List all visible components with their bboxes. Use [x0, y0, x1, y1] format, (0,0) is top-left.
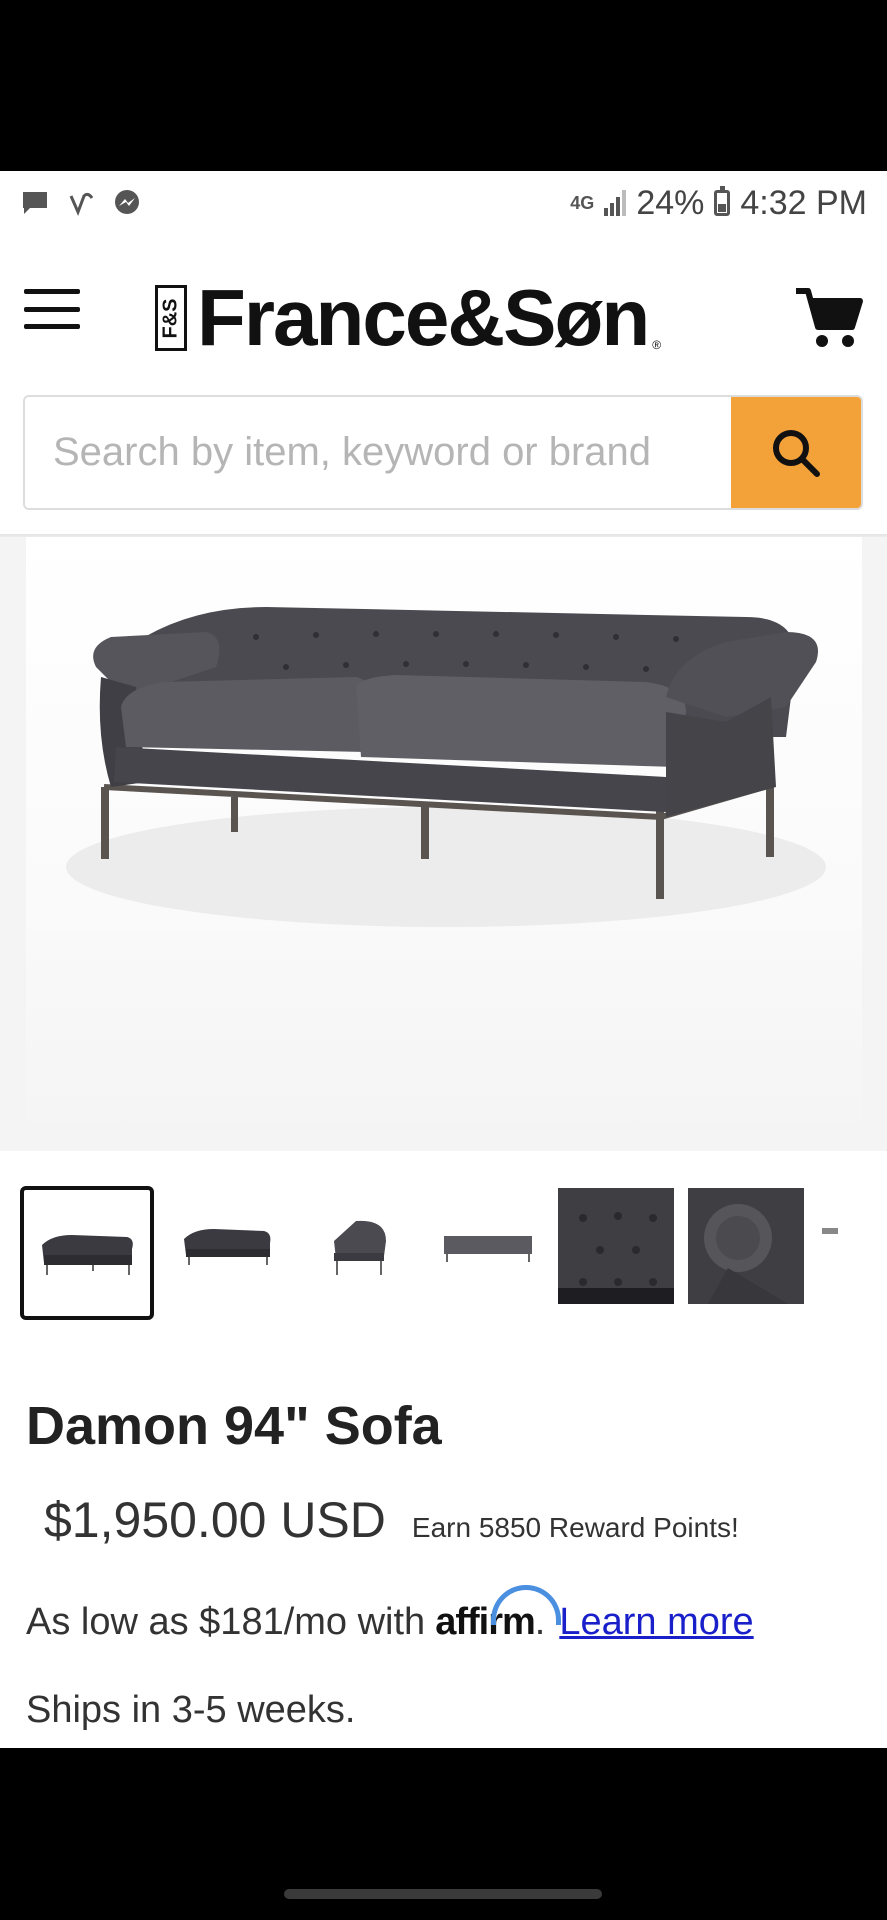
- financing-text: As low as $181/mo with: [26, 1601, 426, 1643]
- sofa-thumbnail-image: [184, 1229, 271, 1265]
- thumbnail-front-selected[interactable]: [20, 1186, 154, 1320]
- shipping-estimate: Ships in 3-5 weeks.: [26, 1689, 356, 1731]
- affirm-arc-icon: [491, 1585, 562, 1625]
- carousel-prev-edge[interactable]: [0, 537, 26, 1151]
- site-logo[interactable]: F&S France&Søn ®: [155, 278, 661, 358]
- sofa-thumbnail-image: [42, 1235, 133, 1275]
- logo-badge: F&S: [155, 285, 187, 351]
- logo-registered-mark: ®: [652, 338, 662, 352]
- sofa-thumbnail-image: [822, 1228, 838, 1234]
- home-gesture-bar[interactable]: [284, 1889, 602, 1899]
- learn-more-link[interactable]: Learn more: [559, 1601, 753, 1644]
- sofa-thumbnail-image: [444, 1236, 532, 1262]
- logo-text: France&Søn: [197, 273, 650, 362]
- system-top-bar: [0, 0, 887, 171]
- reward-points: Earn 5850 Reward Points!: [411, 1512, 739, 1543]
- carousel-next-edge[interactable]: [862, 537, 887, 1151]
- thumbnail-tufting-detail[interactable]: [558, 1188, 674, 1304]
- affirm-logo: affirm: [435, 1585, 562, 1644]
- financing-row: As low as $181/mo with affirm . Learn mo…: [26, 1585, 754, 1644]
- arm-detail-image: [704, 1204, 788, 1304]
- site-header: F&S France&Søn ®: [0, 251, 887, 361]
- battery-percent: 24%: [636, 183, 705, 222]
- product-price: $1,950.00 USD: [44, 1492, 386, 1548]
- clock: 4:32 PM: [740, 183, 867, 222]
- sofa-image: [66, 607, 826, 927]
- search-bar: [23, 395, 863, 510]
- product-hero-image[interactable]: [26, 537, 862, 1151]
- thumbnail-more[interactable]: [818, 1188, 838, 1304]
- chat-icon: [23, 192, 47, 214]
- status-bar: 4G 24% 4:32 PM: [0, 171, 887, 235]
- menu-icon[interactable]: [24, 289, 80, 329]
- thumbnail-front[interactable]: [168, 1188, 284, 1304]
- system-indicators: 4G 24% 4:32 PM: [570, 184, 867, 223]
- app-screen: 4G 24% 4:32 PM F&S France&Søn ® Search b…: [0, 171, 887, 1748]
- network-indicator: 4G: [570, 193, 595, 213]
- thumbnail-arm-detail[interactable]: [688, 1188, 804, 1304]
- thumbnail-side[interactable]: [298, 1188, 414, 1304]
- price-row: $1,950.00 USD Earn 5850 Reward Points!: [44, 1491, 739, 1549]
- search-icon: [773, 429, 820, 477]
- sofa-thumbnail-image: [334, 1220, 386, 1275]
- notification-icons: [20, 188, 142, 218]
- search-input[interactable]: [25, 397, 731, 508]
- messenger-icon: [115, 190, 139, 214]
- swype-icon: [69, 192, 94, 216]
- battery-icon: [714, 186, 731, 216]
- product-title: Damon 94" Sofa: [26, 1396, 442, 1456]
- thumbnail-strip: [20, 1186, 838, 1320]
- search-button[interactable]: [731, 397, 861, 508]
- cart-icon[interactable]: [794, 281, 864, 351]
- signal-icon: [604, 190, 627, 216]
- tufting-detail-image: [558, 1212, 674, 1304]
- thumbnail-back[interactable]: [428, 1188, 544, 1304]
